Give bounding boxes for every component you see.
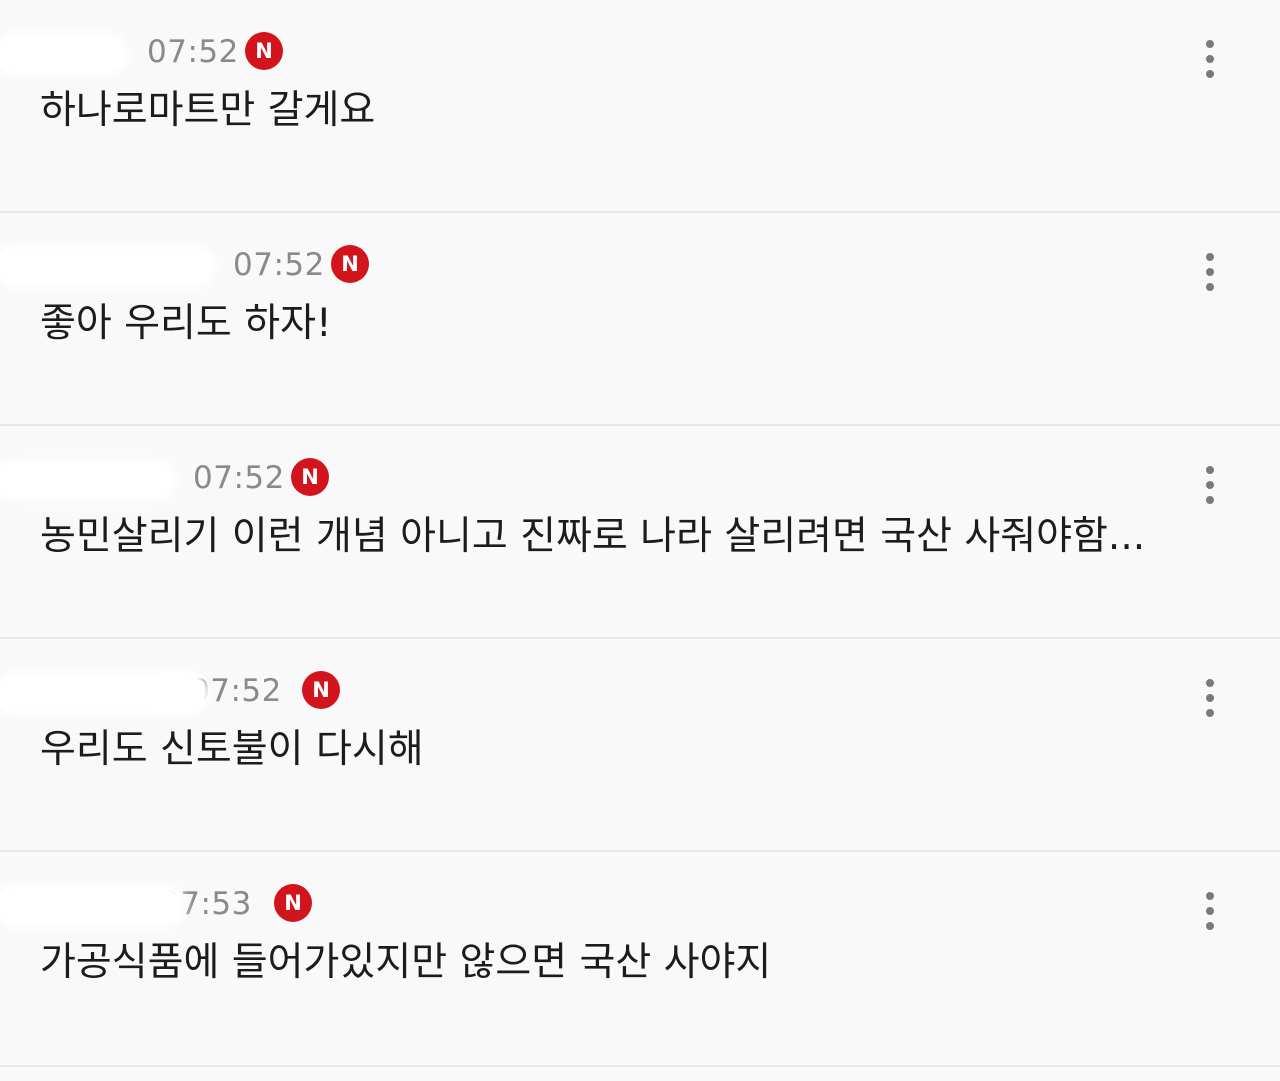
new-badge-icon: N (245, 32, 283, 70)
comment-item: 07:53 N 가공식품에 들어가있지만 않으면 국산 사야지 (0, 852, 1280, 1067)
more-vertical-icon (1206, 679, 1214, 687)
comment-text: 농민살리기 이런 개념 아니고 진짜로 나라 살리려면 국산 사줘야함... (40, 514, 1146, 559)
comment-text: 가공식품에 들어가있지만 않으면 국산 사야지 (40, 940, 772, 985)
comment-time: 07:52 (233, 247, 325, 283)
comment-item: 07:52 N 농민살리기 이런 개념 아니고 진짜로 나라 살리려면 국산 사… (0, 426, 1280, 639)
more-options-button[interactable] (1194, 464, 1226, 506)
redacted-author-name (0, 464, 170, 496)
comment-item: 07:52 N 하나로마트만 갈게요 (0, 0, 1280, 213)
comment-text: 하나로마트만 갈게요 (40, 88, 376, 133)
more-options-button[interactable] (1194, 677, 1226, 719)
comment-time: 07:52 (147, 34, 239, 70)
comment-text: 우리도 신토불이 다시해 (40, 727, 424, 772)
more-vertical-icon (1206, 253, 1214, 261)
redacted-author-name (0, 890, 180, 922)
comment-list: 07:52 N 하나로마트만 갈게요 07:52 N 좋아 우리도 하자! 07… (0, 0, 1280, 1081)
more-options-button[interactable] (1194, 890, 1226, 932)
new-badge-icon: N (302, 671, 340, 709)
more-vertical-icon (1206, 892, 1214, 900)
new-badge-icon: N (331, 245, 369, 283)
more-options-button[interactable] (1194, 251, 1226, 293)
more-options-button[interactable] (1194, 38, 1226, 80)
redacted-author-name (0, 38, 122, 70)
redacted-author-name (0, 251, 210, 283)
comment-text: 좋아 우리도 하자! (40, 301, 332, 346)
divider (0, 1065, 1280, 1067)
new-badge-icon: N (291, 458, 329, 496)
more-vertical-icon (1206, 466, 1214, 474)
new-badge-icon: N (274, 884, 312, 922)
comment-time: 07:52 (193, 460, 285, 496)
more-vertical-icon (1206, 40, 1214, 48)
comment-item: 07:52 N 좋아 우리도 하자! (0, 213, 1280, 426)
comment-item: 07:52 N 우리도 신토불이 다시해 (0, 639, 1280, 852)
